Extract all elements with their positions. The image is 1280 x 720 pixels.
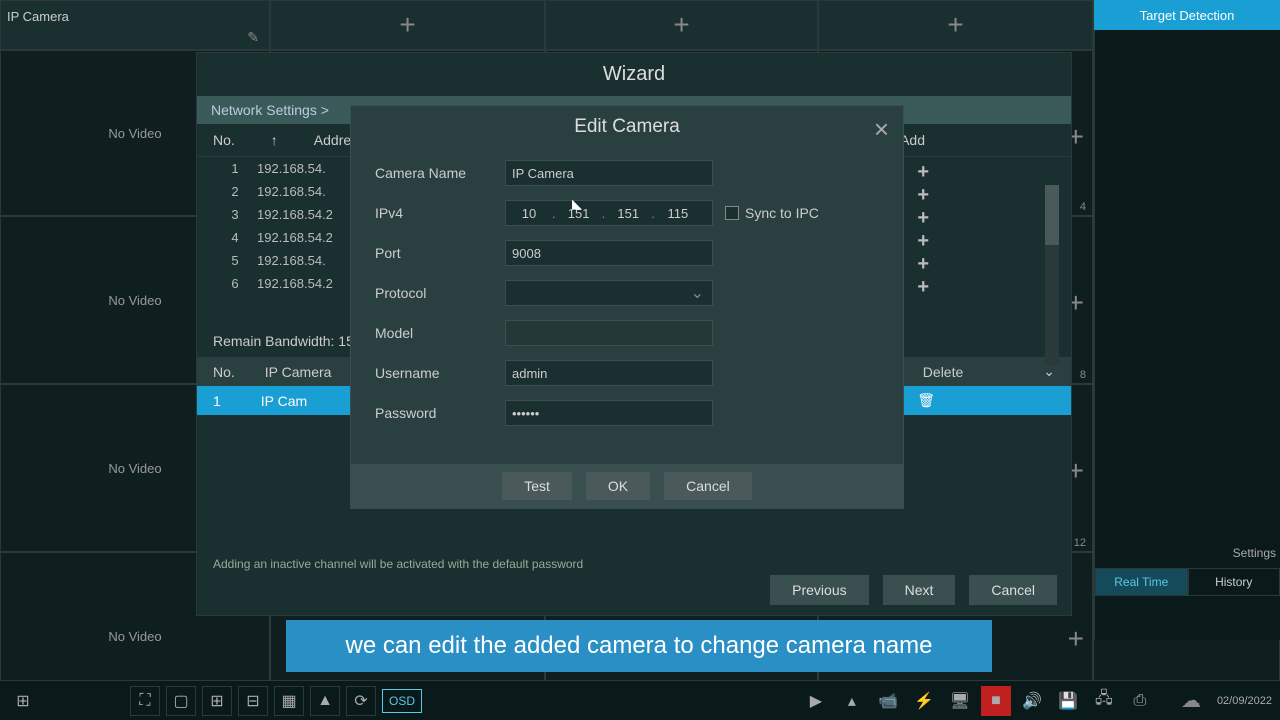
modal-buttons: Test OK Cancel: [351, 464, 903, 508]
protocol-select[interactable]: ⌄: [505, 280, 713, 306]
add-icon: +: [399, 9, 415, 41]
label-ipv4: IPv4: [375, 205, 505, 221]
col-no: No.: [213, 364, 235, 380]
export-icon[interactable]: ⎙: [1125, 686, 1155, 716]
sync-checkbox[interactable]: Sync to IPC: [725, 205, 819, 221]
close-icon[interactable]: ×: [874, 114, 889, 145]
right-panel: Settings Real Time History: [1094, 30, 1280, 640]
layout-1-icon[interactable]: ▢: [166, 686, 196, 716]
label-password: Password: [375, 405, 505, 421]
add-row-icon[interactable]: +: [917, 184, 929, 207]
checkbox-icon[interactable]: [725, 206, 739, 220]
add-icon: +: [947, 9, 963, 41]
col-sort[interactable]: ↑: [271, 132, 278, 148]
next-button[interactable]: Next: [883, 575, 956, 605]
apps-icon[interactable]: ⊞: [8, 686, 38, 716]
username-input[interactable]: [505, 360, 713, 386]
port-input[interactable]: [505, 240, 713, 266]
corner-num: 12: [1074, 537, 1086, 549]
datetime: 02/09/2022: [1217, 695, 1272, 707]
cancel-button[interactable]: Cancel: [969, 575, 1057, 605]
hint-text: Adding an inactive channel will be activ…: [213, 557, 583, 571]
test-button[interactable]: Test: [502, 472, 572, 500]
cell-header-4[interactable]: +: [818, 0, 1093, 50]
add-icon: +: [1068, 623, 1084, 655]
scrollbar[interactable]: [1045, 185, 1059, 365]
toolbar: ⊞ ⛶ ▢ ⊞ ⊟ ▦ ▲ ⟳ OSD ▶ ▴ 📹 ⚡ 🖥 ■ 🔊 💾 🖧 ⎙ …: [0, 680, 1280, 720]
form: Camera Name IPv4 . . . Sync to IPC Port …: [351, 148, 903, 452]
cell-header-3[interactable]: +: [545, 0, 818, 50]
label-port: Port: [375, 245, 505, 261]
record-icon[interactable]: ■: [981, 686, 1011, 716]
subtitle-overlay: we can edit the added camera to change c…: [286, 620, 992, 672]
cell-header-2[interactable]: +: [270, 0, 545, 50]
image-icon[interactable]: ▲: [310, 686, 340, 716]
add-row-icon[interactable]: +: [917, 230, 929, 253]
ip-octet-4[interactable]: [655, 206, 701, 221]
no-video-label: No Video: [108, 293, 161, 308]
label-camera-name: Camera Name: [375, 165, 505, 181]
no-video-label: No Video: [108, 126, 161, 141]
ok-button[interactable]: OK: [586, 472, 650, 500]
up-icon[interactable]: ▴: [837, 686, 867, 716]
tab-realtime[interactable]: Real Time: [1095, 568, 1188, 596]
cell-header-1: IP Camera ✎: [0, 0, 270, 50]
password-input[interactable]: [505, 400, 713, 426]
monitor-icon[interactable]: 🖥: [945, 686, 975, 716]
settings-label[interactable]: Settings: [1233, 546, 1276, 560]
refresh-icon[interactable]: ⟳: [346, 686, 376, 716]
corner-num: 4: [1080, 201, 1086, 213]
scrollbar-thumb[interactable]: [1045, 185, 1059, 245]
disk-icon[interactable]: 💾: [1053, 686, 1083, 716]
camera-name-input[interactable]: [505, 160, 713, 186]
chevron-down-icon[interactable]: ⌄: [1043, 363, 1055, 380]
devices-icon[interactable]: 🖧: [1089, 686, 1119, 716]
no-video-label: No Video: [108, 629, 161, 644]
wizard-title: Wizard: [197, 53, 1071, 96]
no-video-label: No Video: [108, 461, 161, 476]
tab-history[interactable]: History: [1188, 568, 1280, 596]
add-row-icon[interactable]: +: [917, 276, 929, 299]
wizard-buttons: Previous Next Cancel: [770, 575, 1057, 605]
play-icon[interactable]: ▶: [801, 686, 831, 716]
trash-icon[interactable]: 🗑: [917, 392, 935, 409]
cancel-button[interactable]: Cancel: [664, 472, 752, 500]
previous-button[interactable]: Previous: [770, 575, 868, 605]
col-no: No.: [213, 132, 235, 148]
fullscreen-icon[interactable]: ⛶: [130, 686, 160, 716]
camera-icon[interactable]: 📹: [873, 686, 903, 716]
col-ipcamera: IP Camera: [265, 364, 332, 380]
ip-octet-2[interactable]: [556, 206, 602, 221]
label-protocol: Protocol: [375, 285, 505, 301]
add-row-icon[interactable]: +: [917, 161, 929, 184]
modal-title: Edit Camera ×: [351, 106, 903, 148]
sound-icon[interactable]: 🔊: [1017, 686, 1047, 716]
realtime-history-tabs: Real Time History: [1095, 568, 1280, 596]
layout-16-icon[interactable]: ▦: [274, 686, 304, 716]
model-field: [505, 320, 713, 346]
cloud-icon[interactable]: ☁: [1181, 688, 1201, 713]
label-username: Username: [375, 365, 505, 381]
target-detection-tab[interactable]: Target Detection: [1094, 0, 1280, 30]
add-row-icon[interactable]: +: [917, 253, 929, 276]
ipv4-input[interactable]: . . .: [505, 200, 713, 226]
chevron-down-icon: ⌄: [691, 283, 704, 303]
layout-4-icon[interactable]: ⊞: [202, 686, 232, 716]
col-delete: Delete: [923, 364, 963, 380]
flash-icon[interactable]: ⚡: [909, 686, 939, 716]
label-model: Model: [375, 325, 505, 341]
add-icon: +: [673, 9, 689, 41]
layout-9-icon[interactable]: ⊟: [238, 686, 268, 716]
osd-button[interactable]: OSD: [382, 689, 422, 713]
add-row-icon[interactable]: +: [917, 207, 929, 230]
corner-num: 8: [1080, 369, 1086, 381]
ip-octet-1[interactable]: [506, 206, 552, 221]
pencil-icon[interactable]: ✎: [247, 29, 259, 46]
ip-octet-3[interactable]: [605, 206, 651, 221]
edit-camera-modal: Edit Camera × Camera Name IPv4 . . . Syn…: [350, 105, 904, 509]
camera-title: IP Camera: [7, 9, 69, 24]
